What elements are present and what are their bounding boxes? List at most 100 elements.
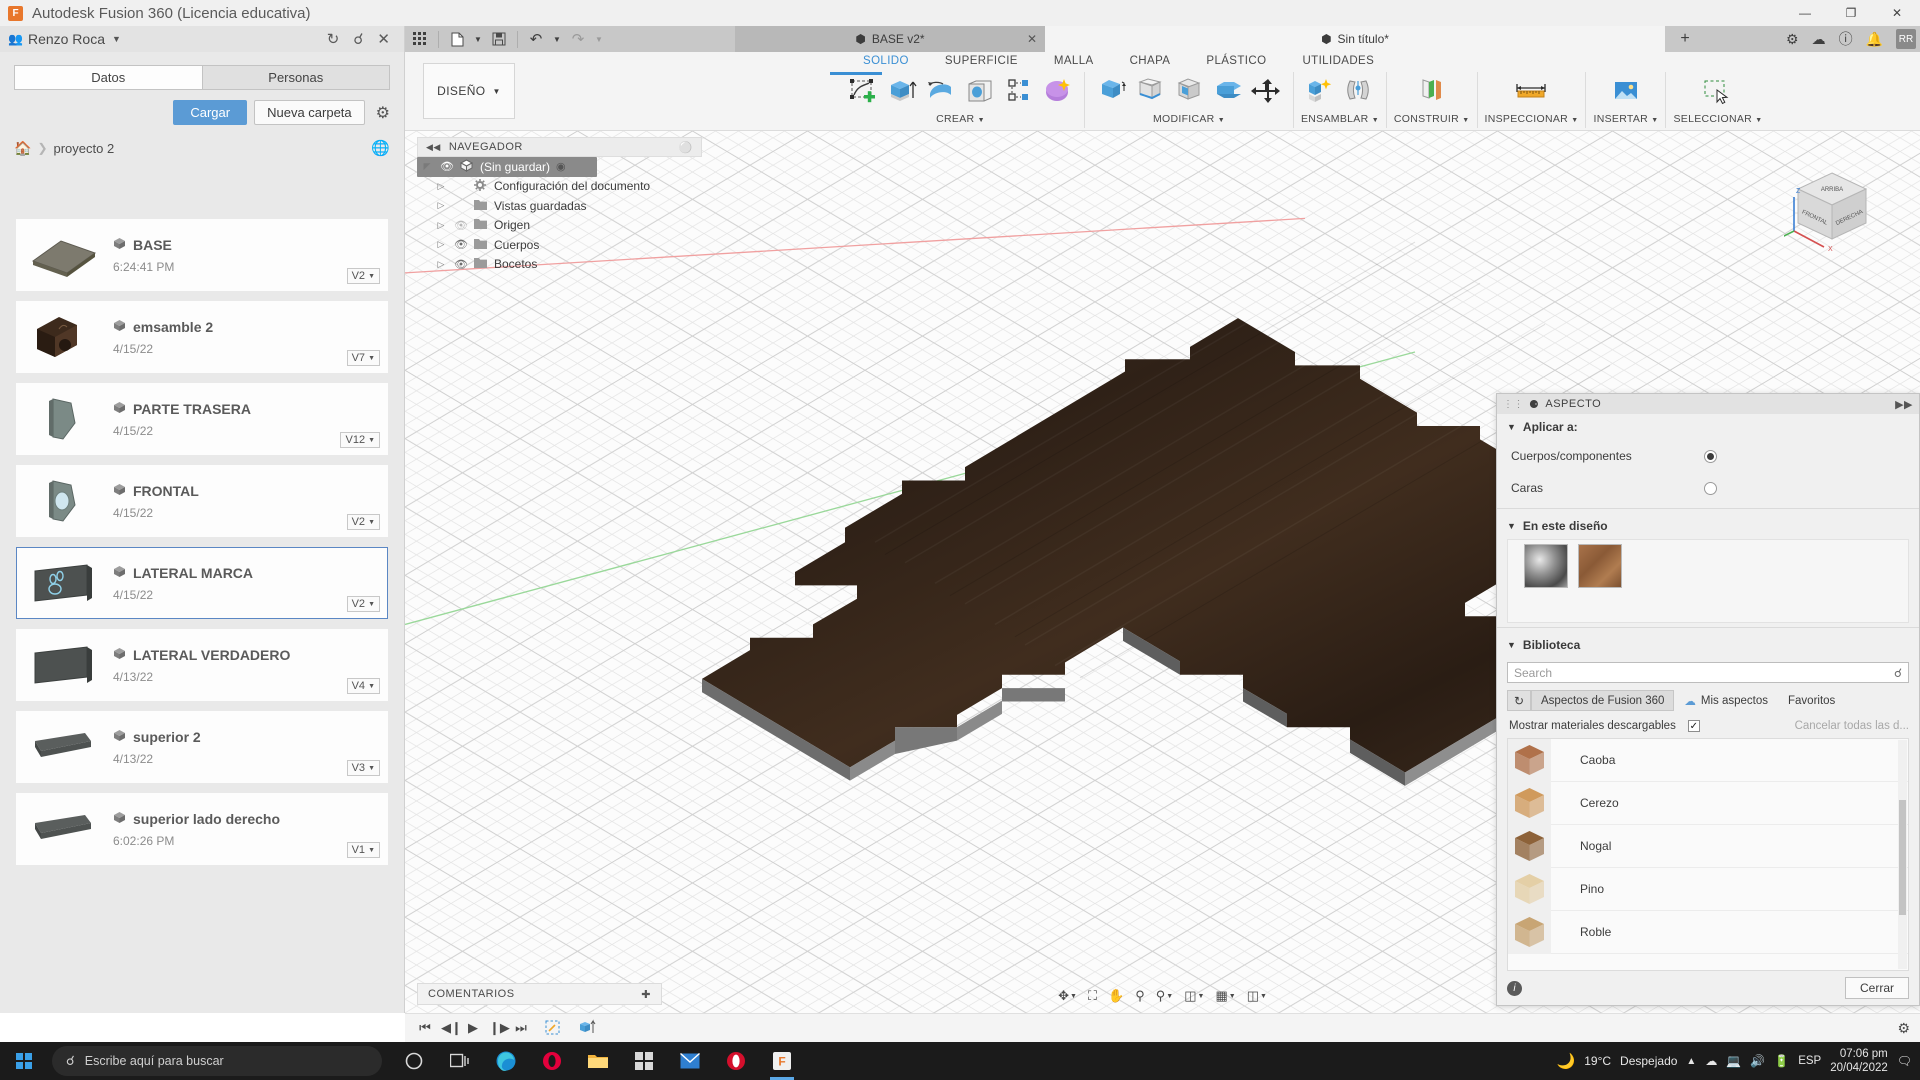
selection-indicator-icon[interactable]: ◉ bbox=[556, 160, 566, 173]
gear-icon[interactable]: ⚙ bbox=[376, 103, 390, 123]
search-input[interactable] bbox=[1514, 666, 1894, 680]
library-tab-fusion360[interactable]: Aspectos de Fusion 360 bbox=[1531, 690, 1674, 711]
material-row[interactable]: Nogal bbox=[1508, 825, 1908, 868]
navigator-row[interactable]: ▷👁Origen bbox=[417, 216, 702, 236]
form-icon[interactable] bbox=[1039, 72, 1077, 110]
display-settings-icon[interactable]: ◫▼ bbox=[1180, 985, 1208, 1007]
windows-start-icon[interactable] bbox=[0, 1042, 48, 1080]
eye-icon[interactable]: 👁 bbox=[437, 160, 457, 173]
breadcrumb-project[interactable]: proyecto 2 bbox=[54, 141, 115, 156]
onedrive-icon[interactable]: ☁ bbox=[1705, 1054, 1717, 1068]
new-folder-button[interactable]: Nueva carpeta bbox=[254, 100, 365, 125]
panel-label-insertar[interactable]: INSERTAR ▼ bbox=[1593, 113, 1658, 125]
material-row[interactable]: Cerezo bbox=[1508, 782, 1908, 825]
mail-icon[interactable] bbox=[670, 1042, 710, 1080]
play-icon[interactable]: ▶ bbox=[465, 1020, 481, 1036]
refresh-icon[interactable]: ↻ bbox=[327, 30, 340, 48]
minimize-button[interactable]: — bbox=[1782, 0, 1828, 26]
search-icon[interactable]: ☌ bbox=[1894, 666, 1902, 680]
panel-label-ensamblar[interactable]: ENSAMBLAR ▼ bbox=[1301, 113, 1379, 125]
radio-bodies-components[interactable] bbox=[1704, 450, 1717, 463]
avatar[interactable]: RR bbox=[1896, 29, 1916, 49]
in-design-swatch-area[interactable] bbox=[1507, 539, 1909, 623]
offset-plane-icon[interactable] bbox=[1413, 72, 1451, 110]
navigator-options-icon[interactable]: ⚪ bbox=[679, 141, 693, 154]
shell-icon[interactable] bbox=[1170, 72, 1208, 110]
pattern-icon[interactable] bbox=[1000, 72, 1038, 110]
triangle-right-icon[interactable]: ▷ bbox=[431, 259, 451, 270]
apply-to-section-header[interactable]: ▼ Aplicar a: bbox=[1497, 414, 1919, 440]
navigator-row[interactable]: ▷👁Bocetos bbox=[417, 255, 702, 275]
panel-label-crear[interactable]: CREAR ▼ bbox=[936, 113, 985, 125]
redo-icon[interactable]: ↷ bbox=[563, 26, 593, 52]
refresh-icon[interactable]: ↻ bbox=[1507, 690, 1531, 711]
version-badge[interactable]: V2▼ bbox=[347, 596, 380, 612]
grid-snap-icon[interactable]: ▦▼ bbox=[1211, 985, 1239, 1007]
panel-label-seleccionar[interactable]: SELECCIONAR ▼ bbox=[1673, 113, 1762, 125]
list-item[interactable]: LATERAL VERDADERO4/13/22V4▼ bbox=[16, 629, 388, 701]
material-list[interactable]: CaobaCerezoNogalPinoRoble bbox=[1507, 738, 1909, 971]
joint-icon[interactable] bbox=[1340, 72, 1378, 110]
pan-icon[interactable]: ✋ bbox=[1104, 985, 1128, 1007]
zoom-icon[interactable]: ⚲ bbox=[1131, 985, 1149, 1007]
new-component-icon[interactable] bbox=[1301, 72, 1339, 110]
undo-icon[interactable]: ↶ bbox=[521, 26, 551, 52]
triangle-right-icon[interactable]: ▷ bbox=[431, 220, 451, 231]
add-comment-icon[interactable]: ✚ bbox=[641, 988, 651, 1001]
opera-icon[interactable] bbox=[716, 1042, 756, 1080]
wood-walnut-swatch[interactable] bbox=[1578, 544, 1622, 588]
ribbon-tab-superficie[interactable]: SUPERFICIE bbox=[927, 55, 1036, 72]
list-item[interactable]: PARTE TRASERA4/15/22V12▼ bbox=[16, 383, 388, 455]
close-button[interactable]: ✕ bbox=[1874, 0, 1920, 26]
edge-icon[interactable] bbox=[486, 1042, 526, 1080]
taskbar-search[interactable]: ☌ Escribe aquí para buscar bbox=[52, 1046, 382, 1076]
radio-faces[interactable] bbox=[1704, 482, 1717, 495]
triangle-down-icon[interactable]: ◤ bbox=[417, 161, 437, 172]
close-tab-icon[interactable]: ✕ bbox=[1027, 32, 1037, 46]
eye-icon[interactable]: 👁 bbox=[451, 258, 471, 271]
go-to-start-icon[interactable]: ⏮ bbox=[417, 1020, 433, 1036]
fusion360-icon[interactable]: F bbox=[762, 1042, 802, 1080]
expand-right-icon[interactable]: ▶▶ bbox=[1895, 398, 1913, 411]
viewport[interactable]: ◀◀ NAVEGADOR ⚪ ◤👁(Sin guardar)◉▷Configur… bbox=[405, 131, 1920, 1013]
panel-label-inspeccionar[interactable]: INSPECCIONAR ▼ bbox=[1485, 113, 1579, 125]
show-downloadable-checkbox[interactable]: ✓ bbox=[1688, 720, 1700, 732]
navigator-row[interactable]: ▷👁Cuerpos bbox=[417, 235, 702, 255]
material-list-scrollbar[interactable] bbox=[1898, 740, 1907, 969]
ribbon-tab-solido[interactable]: SOLIDO bbox=[845, 55, 927, 72]
help-icon[interactable]: ⓘ bbox=[1839, 29, 1853, 49]
undo-dropdown[interactable]: ▼ bbox=[551, 26, 563, 52]
new-document-icon[interactable] bbox=[442, 26, 472, 52]
look-at-icon[interactable]: ⚲▼ bbox=[1152, 985, 1177, 1007]
version-badge[interactable]: V4▼ bbox=[347, 678, 380, 694]
show-hidden-icon[interactable]: ▲ bbox=[1686, 1056, 1696, 1067]
file-list[interactable]: BASE6:24:41 PMV2▼emsamble 24/15/22V7▼PAR… bbox=[0, 219, 404, 1013]
ribbon-tab-malla[interactable]: MALLA bbox=[1036, 55, 1112, 72]
new-document-dropdown[interactable]: ▼ bbox=[472, 26, 484, 52]
offset-face-icon[interactable] bbox=[1209, 72, 1247, 110]
tab-datos[interactable]: Datos bbox=[14, 65, 202, 90]
revolve-icon[interactable] bbox=[922, 72, 960, 110]
list-item[interactable]: BASE6:24:41 PMV2▼ bbox=[16, 219, 388, 291]
orbit-icon[interactable]: ✥▼ bbox=[1054, 985, 1081, 1007]
navigator-row[interactable]: ◤👁(Sin guardar)◉ bbox=[417, 157, 597, 177]
eye-icon[interactable]: 👁 bbox=[451, 238, 471, 251]
volume-icon[interactable]: 🔊 bbox=[1750, 1054, 1765, 1068]
list-item[interactable]: superior 24/13/22V3▼ bbox=[16, 711, 388, 783]
version-badge[interactable]: V2▼ bbox=[347, 268, 380, 284]
home-icon[interactable]: 🏠 bbox=[14, 140, 31, 157]
grid-icon[interactable] bbox=[405, 26, 435, 52]
material-row[interactable]: Roble bbox=[1508, 911, 1908, 954]
fillet-icon[interactable] bbox=[1131, 72, 1169, 110]
panel-label-modificar[interactable]: MODIFICAR ▼ bbox=[1153, 113, 1225, 125]
library-tab-my-appearances[interactable]: ☁ Mis aspectos bbox=[1674, 690, 1778, 711]
step-forward-icon[interactable]: ❙▶ bbox=[489, 1020, 505, 1036]
navigator-row[interactable]: ▷Configuración del documento bbox=[417, 177, 702, 197]
library-section-header[interactable]: ▼ Biblioteca bbox=[1497, 632, 1919, 658]
drag-handle-icon[interactable]: ⋮⋮ bbox=[1503, 399, 1524, 410]
library-search[interactable]: ☌ bbox=[1507, 662, 1909, 683]
timeline-settings-icon[interactable]: ⚙ bbox=[1897, 1020, 1910, 1037]
create-sketch-icon[interactable] bbox=[844, 72, 882, 110]
weather-desc[interactable]: Despejado bbox=[1620, 1054, 1677, 1068]
tab-personas[interactable]: Personas bbox=[202, 65, 391, 90]
